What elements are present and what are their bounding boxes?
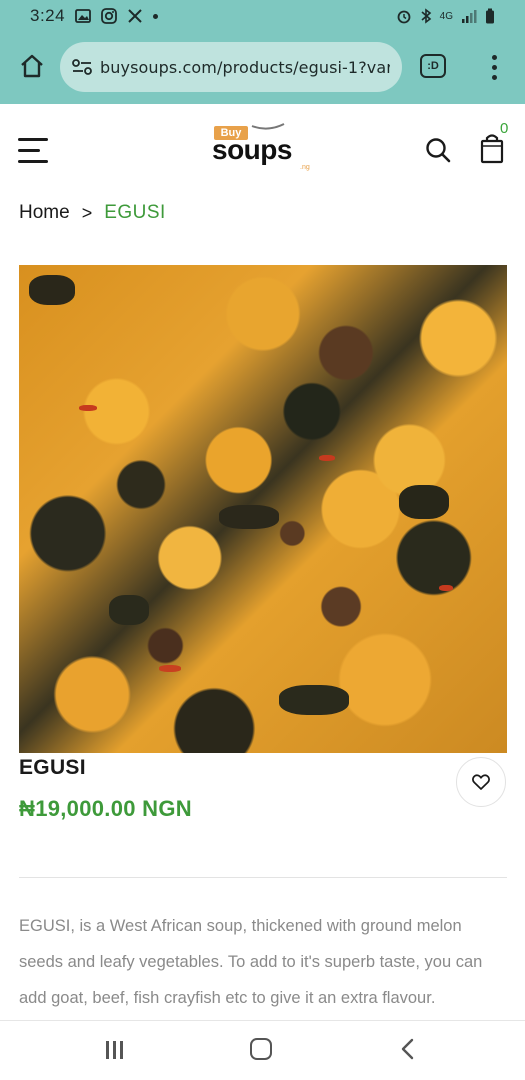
hamburger-line-icon bbox=[18, 149, 40, 152]
address-bar-row: buysoups.com/products/egusi-1?variant= :… bbox=[0, 40, 525, 94]
breadcrumb-current: EGUSI bbox=[104, 202, 166, 223]
recents-bar-icon bbox=[120, 1041, 123, 1059]
heart-icon bbox=[472, 774, 490, 790]
notification-dot-icon bbox=[153, 13, 159, 19]
gallery-icon bbox=[75, 9, 91, 23]
recents-button[interactable] bbox=[104, 1039, 126, 1061]
url-field[interactable]: buysoups.com/products/egusi-1?variant= bbox=[60, 42, 402, 92]
recents-bar-icon bbox=[106, 1041, 109, 1059]
greens-patch bbox=[279, 685, 349, 715]
product-title: EGUSI bbox=[19, 756, 86, 779]
search-icon bbox=[426, 138, 451, 163]
instagram-icon bbox=[101, 8, 117, 24]
back-button[interactable] bbox=[398, 1037, 418, 1061]
hamburger-line-icon bbox=[18, 138, 48, 141]
greens-patch bbox=[219, 505, 279, 529]
cart-button[interactable] bbox=[480, 132, 508, 166]
greens-patch bbox=[29, 275, 75, 305]
alarm-icon bbox=[396, 8, 412, 24]
logo-suffix: .ng bbox=[300, 164, 310, 171]
battery-icon bbox=[485, 8, 495, 24]
greens-patch bbox=[399, 485, 449, 519]
system-nav-bar bbox=[0, 1020, 525, 1080]
product-description: EGUSI, is a West African soup, thickened… bbox=[19, 917, 483, 1007]
site-header: Buy soups .ng 0 bbox=[0, 104, 525, 194]
pepper-speck bbox=[79, 405, 97, 411]
home-icon bbox=[21, 54, 43, 78]
site-logo[interactable]: Buy soups .ng bbox=[212, 122, 322, 182]
x-icon bbox=[127, 8, 143, 24]
recents-bar-icon bbox=[113, 1041, 116, 1059]
back-chevron-icon bbox=[401, 1038, 414, 1060]
browser-chrome: 3:24 4G buysoups.com/products/egusi-1?va… bbox=[0, 0, 525, 104]
divider bbox=[19, 877, 507, 878]
wishlist-button[interactable] bbox=[456, 757, 506, 807]
browser-menu-button[interactable] bbox=[480, 50, 508, 84]
menu-dot-icon bbox=[491, 54, 497, 60]
pepper-speck bbox=[319, 455, 335, 461]
bluetooth-icon bbox=[420, 8, 432, 24]
network-type-icon: 4G bbox=[439, 10, 453, 22]
menu-dot-icon bbox=[491, 64, 497, 70]
pepper-speck bbox=[159, 665, 181, 672]
status-bar: 3:24 4G bbox=[0, 0, 525, 32]
greens-patch bbox=[109, 595, 149, 625]
product-price: ₦19,000.00 NGN bbox=[19, 796, 192, 821]
signal-icon bbox=[461, 9, 477, 23]
site-settings-icon[interactable] bbox=[72, 59, 92, 75]
logo-wordmark: soups bbox=[212, 134, 292, 165]
menu-hamburger-button[interactable] bbox=[18, 138, 50, 164]
url-text: buysoups.com/products/egusi-1?variant= bbox=[100, 57, 390, 77]
search-button[interactable] bbox=[424, 136, 454, 166]
hamburger-line-icon bbox=[18, 160, 48, 163]
menu-dot-icon bbox=[491, 74, 497, 80]
breadcrumb: Home > EGUSI bbox=[19, 200, 166, 226]
tab-switcher-button[interactable]: :D bbox=[420, 54, 446, 78]
cart-count-badge: 0 bbox=[500, 120, 509, 137]
browser-home-button[interactable] bbox=[14, 48, 50, 84]
status-time: 3:24 bbox=[30, 6, 66, 25]
pepper-speck bbox=[439, 585, 453, 591]
system-home-button[interactable] bbox=[250, 1038, 272, 1060]
product-image[interactable] bbox=[19, 265, 507, 753]
breadcrumb-home-link[interactable]: Home bbox=[19, 202, 70, 224]
chevron-right-icon: > bbox=[81, 202, 93, 223]
